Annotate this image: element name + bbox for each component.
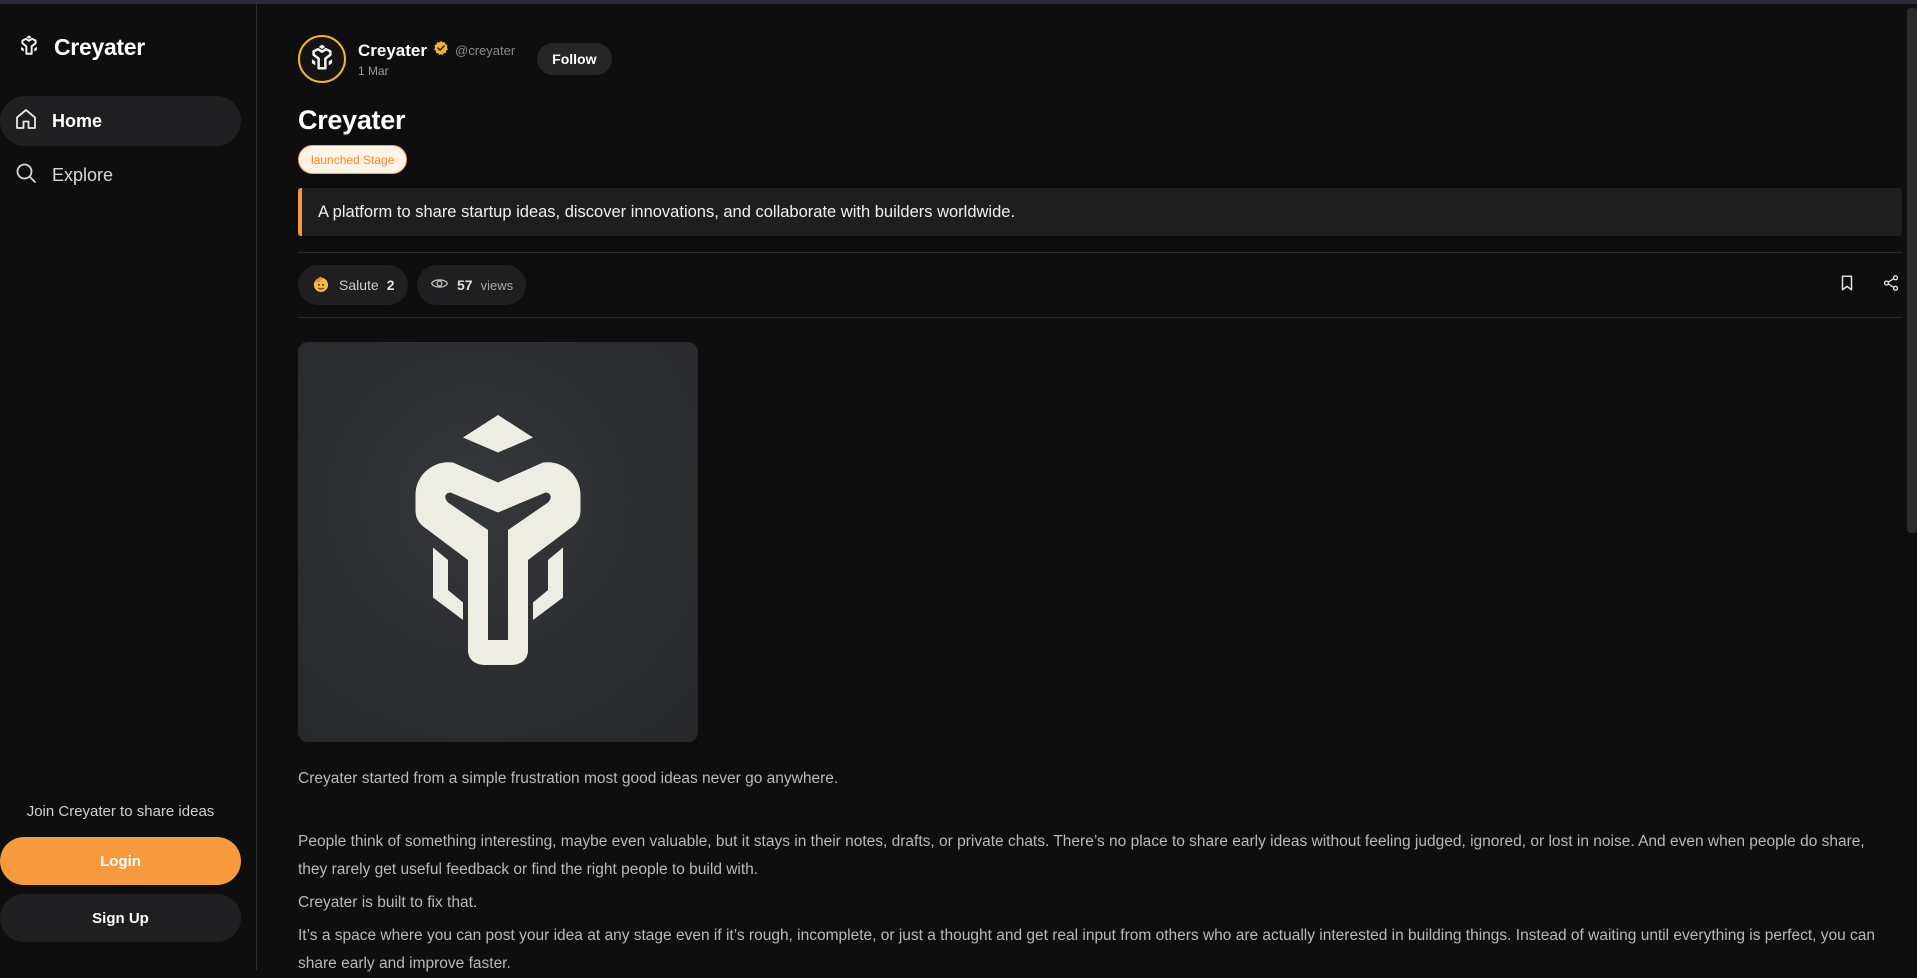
post-detail: Creyater @creyater 1 Mar Follow Creyater… [298, 4, 1902, 972]
scrollbar[interactable] [1907, 8, 1917, 533]
nav-item-label: Explore [52, 164, 114, 185]
post-paragraph: People think of something interesting, m… [298, 833, 1865, 878]
creyater-logo-icon [308, 43, 336, 76]
avatar[interactable] [298, 35, 346, 83]
creyater-logo-icon [18, 34, 40, 61]
post-cover-image[interactable] [298, 342, 698, 742]
author-info: Creyater @creyater 1 Mar [358, 40, 516, 79]
eye-icon [430, 274, 449, 296]
views-count: 57 [457, 277, 473, 293]
salute-label: Salute [339, 277, 379, 293]
salute-button[interactable]: Salute 2 [298, 265, 408, 305]
divider [298, 317, 1902, 318]
creyater-logo-icon [373, 410, 623, 675]
bookmark-button[interactable] [1836, 274, 1858, 296]
post-paragraph: Creyater started from a simple frustrati… [298, 770, 839, 787]
share-icon [1882, 274, 1900, 297]
views-label: views [480, 277, 514, 293]
salute-count: 2 [386, 277, 395, 293]
divider [298, 252, 1902, 253]
post-title: Creyater [298, 105, 406, 135]
follow-button[interactable]: Follow [537, 43, 612, 75]
post-tagline: A platform to share startup ideas, disco… [298, 188, 1902, 236]
share-button[interactable] [1880, 274, 1902, 296]
post-actions [1836, 274, 1902, 296]
author-handle: @creyater [455, 43, 516, 58]
home-icon [14, 107, 38, 136]
views-counter: 57 views [417, 265, 527, 305]
verified-badge-icon [433, 40, 449, 61]
brand-logo-link[interactable]: Creyater [18, 34, 145, 61]
bookmark-icon [1838, 274, 1856, 297]
login-button[interactable]: Login [0, 837, 241, 885]
nav-item-home[interactable]: Home [0, 96, 241, 146]
stage-badge: launched Stage [298, 145, 408, 174]
nav-item-explore[interactable]: Explore [0, 150, 241, 200]
sidebar: Creyater Home Explore Join Creyater to s… [0, 4, 257, 970]
salute-emoji-icon [311, 274, 331, 297]
author-name[interactable]: Creyater [358, 41, 427, 61]
signup-button[interactable]: Sign Up [0, 894, 241, 942]
post-paragraph: Creyater is built to fix that. [298, 894, 478, 911]
nav-item-label: Home [52, 110, 103, 131]
search-icon [14, 161, 38, 190]
author-header: Creyater @creyater 1 Mar Follow [298, 35, 612, 83]
join-prompt: Join Creyater to share ideas [26, 803, 215, 820]
post-date: 1 Mar [358, 64, 389, 78]
brand-name: Creyater [54, 34, 145, 60]
